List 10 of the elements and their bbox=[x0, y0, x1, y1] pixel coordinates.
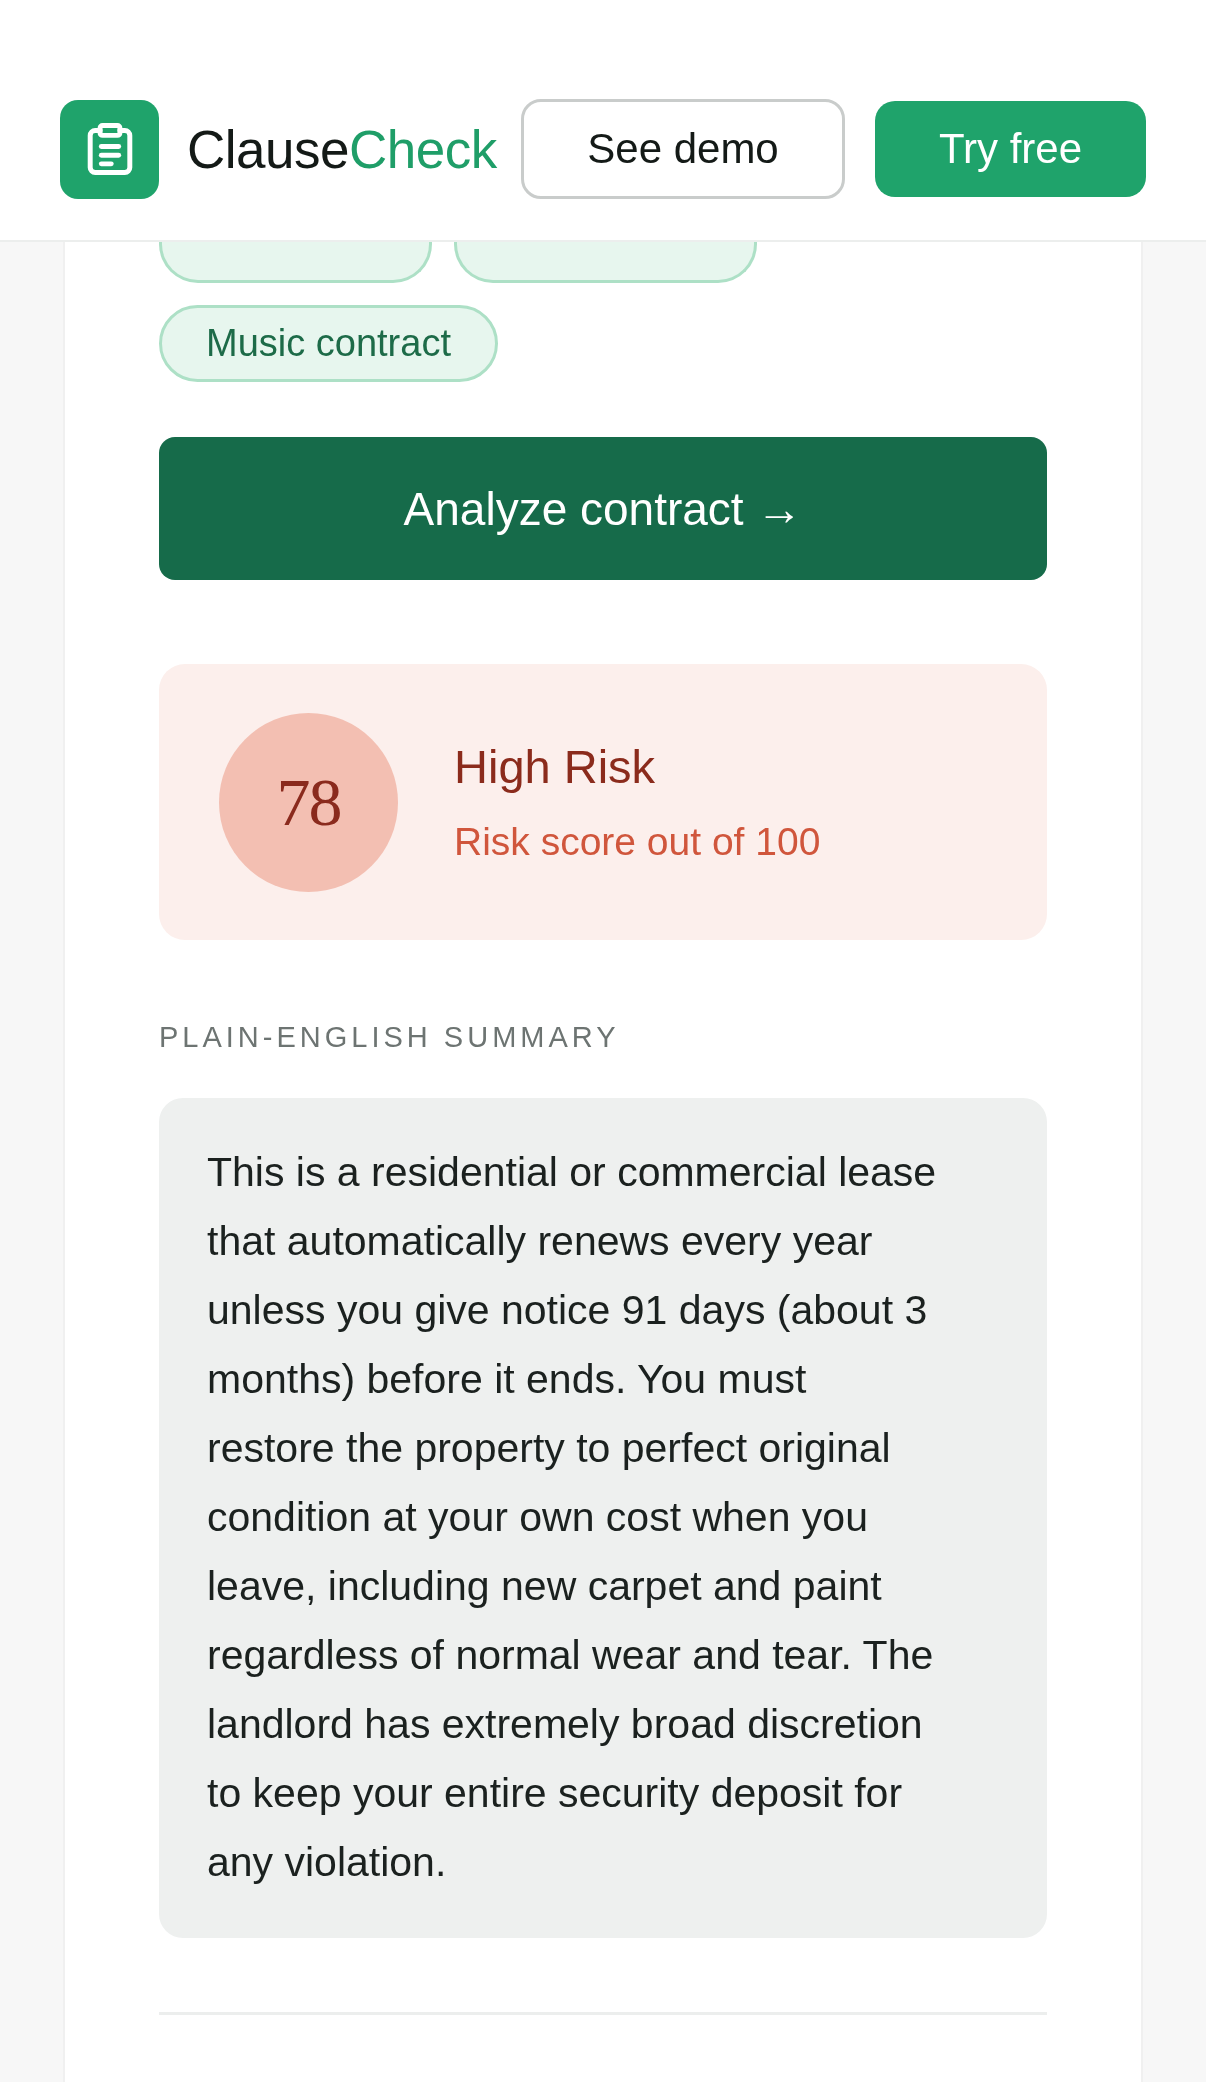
risk-level-label: High Risk bbox=[454, 740, 657, 794]
sample-chip[interactable]: Music contract bbox=[159, 305, 498, 382]
analyze-button[interactable]: Analyze contract → bbox=[159, 437, 1047, 580]
summary-text: This is a residential or commercial lease that automatically renews every year unless you give notice 91 days (about 3 months) before it ends. You must restore the property to perfect original condition at your own cost when you leave, including new carpet and paint regardless of normal wear and tear. The landlord has extremely broad discretion to keep your entire security deposit for any violation. bbox=[207, 1148, 938, 1887]
clipboard-icon bbox=[60, 99, 159, 199]
risk-caption: Risk score out of 100 bbox=[454, 820, 821, 864]
score-badge: 78 bbox=[219, 712, 398, 892]
section-heading: PLAIN-ENGLISH SUMMARY bbox=[159, 1020, 621, 1055]
secondary-button[interactable]: See demo bbox=[521, 99, 845, 199]
brand-name: ClauseCheck bbox=[187, 118, 497, 180]
